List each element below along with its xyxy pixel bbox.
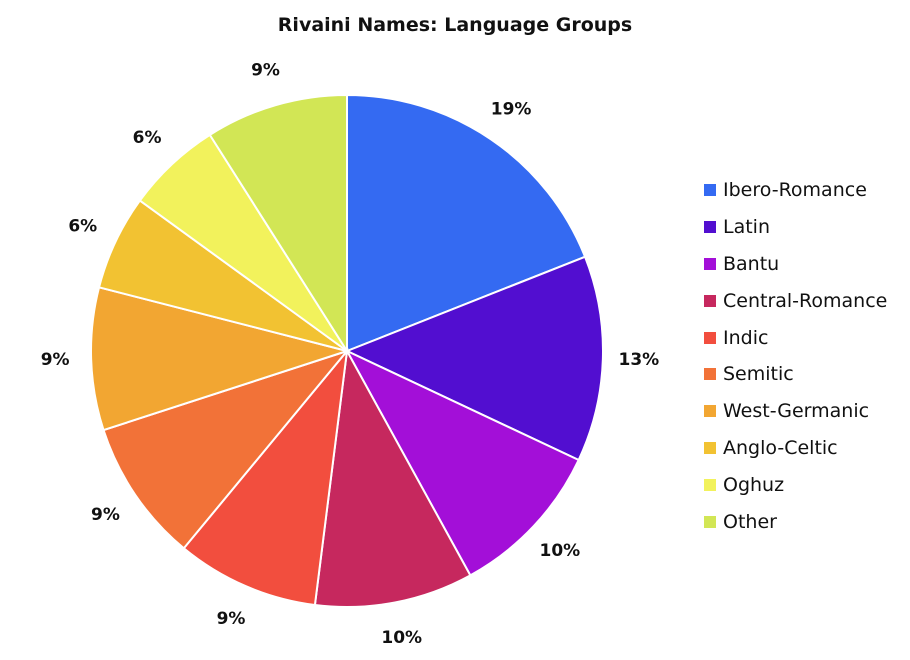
- legend-swatch: [704, 184, 716, 197]
- legend-swatch: [704, 221, 716, 234]
- legend-label: Latin: [723, 216, 770, 239]
- legend-label: Other: [723, 510, 777, 533]
- data-label: 19%: [491, 99, 532, 119]
- legend-item: Oghuz: [704, 466, 887, 503]
- legend-swatch: [704, 331, 716, 344]
- data-label: 6%: [68, 217, 97, 237]
- legend-swatch: [704, 515, 716, 528]
- legend-item: Anglo-Celtic: [704, 430, 887, 467]
- data-label: 10%: [381, 628, 422, 648]
- legend: Ibero-Romance Latin Bantu Central-Romance In…: [704, 172, 887, 540]
- legend-item: Indic: [704, 319, 887, 356]
- legend-swatch: [704, 294, 716, 307]
- legend-item: Other: [704, 503, 887, 540]
- legend-swatch: [704, 368, 716, 381]
- data-label: 9%: [91, 505, 120, 525]
- legend-item: Semitic: [704, 356, 887, 393]
- data-label: 9%: [217, 609, 246, 629]
- data-label: 13%: [619, 350, 660, 370]
- legend-item: Central-Romance: [704, 282, 887, 319]
- legend-item: Ibero-Romance: [704, 172, 887, 209]
- data-label: 6%: [133, 128, 162, 148]
- legend-label: Semitic: [723, 363, 794, 386]
- legend-label: Central-Romance: [723, 289, 888, 312]
- legend-item: Bantu: [704, 246, 887, 283]
- data-label: 9%: [41, 350, 70, 370]
- legend-label: Oghuz: [723, 473, 785, 496]
- legend-label: Bantu: [723, 252, 780, 275]
- legend-item: Latin: [704, 209, 887, 246]
- legend-swatch: [704, 478, 716, 491]
- legend-label: Ibero-Romance: [723, 179, 867, 202]
- legend-swatch: [704, 257, 716, 270]
- data-label: 9%: [251, 61, 280, 81]
- legend-label: Indic: [723, 326, 769, 349]
- legend-item: West-Germanic: [704, 393, 887, 430]
- legend-label: West-Germanic: [723, 400, 870, 423]
- legend-swatch: [704, 405, 716, 418]
- data-label: 10%: [540, 541, 581, 561]
- legend-swatch: [704, 441, 716, 454]
- legend-label: Anglo-Celtic: [723, 436, 838, 459]
